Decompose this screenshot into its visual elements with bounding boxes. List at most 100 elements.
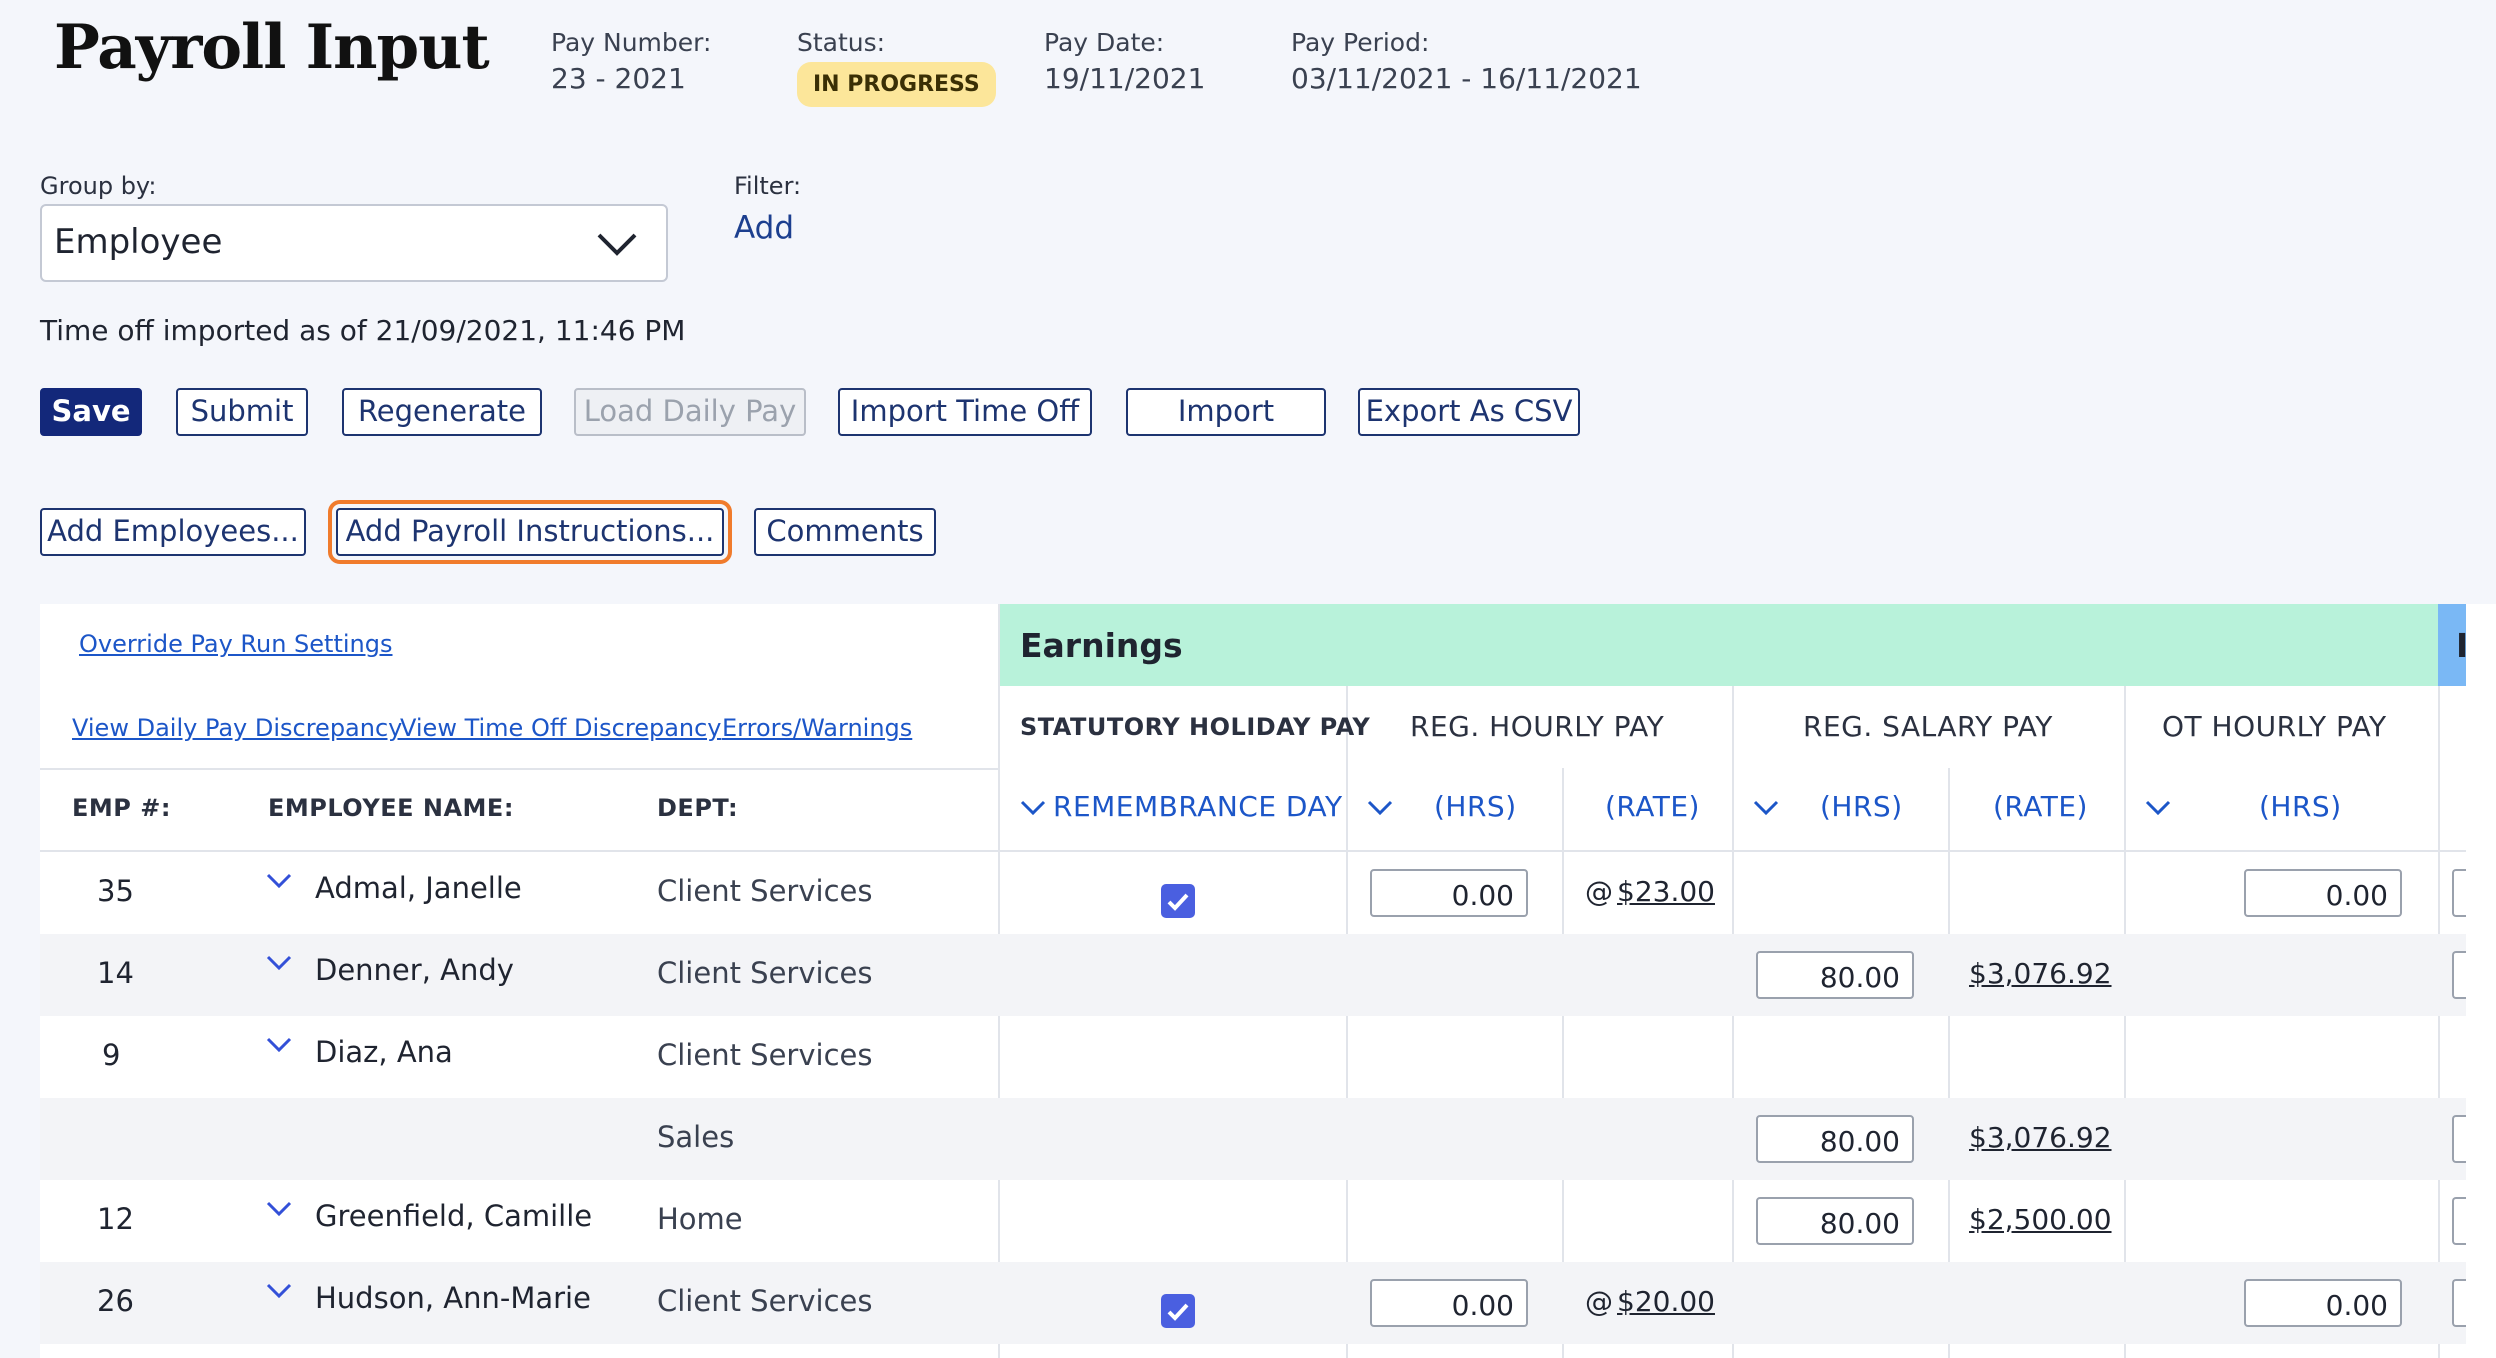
salary-hrs-input[interactable]: 80.00 bbox=[1756, 1115, 1914, 1163]
emp-number: 35 bbox=[97, 874, 134, 908]
status-label: Status: bbox=[797, 28, 886, 57]
expand-chevron-icon[interactable] bbox=[266, 1036, 292, 1054]
table-row: 26 Hudson, Ann-Marie Client Services 0.0… bbox=[40, 1262, 2466, 1344]
column-header-dept: DEPT: bbox=[657, 794, 739, 822]
pay-number-value: 23 - 2021 bbox=[551, 62, 686, 95]
statutory-holiday-checkbox[interactable] bbox=[1161, 884, 1195, 918]
salary-rate-link[interactable]: $3,076.92 bbox=[1969, 1121, 2112, 1154]
next-section-title: I bbox=[2456, 626, 2469, 665]
pay-period-value: 03/11/2021 - 16/11/2021 bbox=[1291, 62, 1642, 95]
employee-name: Admal, Janelle bbox=[315, 871, 522, 905]
chevron-down-icon[interactable] bbox=[2145, 799, 2171, 817]
employee-name: Greenfield, Camille bbox=[315, 1199, 593, 1233]
table-row: 35 Admal, Janelle Client Services 0.00 @… bbox=[40, 852, 2466, 934]
submit-button[interactable]: Submit bbox=[176, 388, 308, 436]
column-header-ot-hourly: OT HOURLY PAY bbox=[2162, 710, 2387, 743]
divider bbox=[40, 768, 998, 770]
hourly-rate-link[interactable]: $23.00 bbox=[1617, 875, 1715, 908]
next-column-input[interactable] bbox=[2452, 1115, 2466, 1163]
hourly-rate-link[interactable]: $20.00 bbox=[1617, 1285, 1715, 1318]
employee-name: Hudson, Ann-Marie bbox=[315, 1281, 591, 1315]
salary-hrs-input[interactable]: 80.00 bbox=[1756, 1197, 1914, 1245]
view-daily-pay-discrepancy-link[interactable]: View Daily Pay Discrepancy bbox=[72, 714, 402, 742]
hourly-hrs-input[interactable]: 0.00 bbox=[1370, 869, 1528, 917]
chevron-down-icon[interactable] bbox=[1753, 799, 1779, 817]
emp-number: 9 bbox=[102, 1038, 121, 1072]
employee-name: Diaz, Ana bbox=[315, 1035, 453, 1069]
errors-warnings-link[interactable]: Errors/Warnings bbox=[722, 714, 912, 742]
table-row: Sales 80.00 $3,076.92 bbox=[40, 1098, 2466, 1180]
earnings-section-header bbox=[998, 604, 2438, 686]
checkmark-icon bbox=[1167, 1303, 1189, 1321]
ot-hrs-input[interactable]: 0.00 bbox=[2244, 1279, 2402, 1327]
dept: Client Services bbox=[657, 874, 873, 908]
subheader-ot-hrs: (HRS) bbox=[2259, 790, 2342, 823]
chevron-down-icon[interactable] bbox=[1020, 799, 1046, 817]
pay-number-label: Pay Number: bbox=[551, 28, 712, 57]
at-sign: @ bbox=[1585, 875, 1613, 908]
expand-chevron-icon[interactable] bbox=[266, 1282, 292, 1300]
column-header-emp: EMP #: bbox=[72, 794, 171, 822]
column-header-statutory-holiday: STATUTORY HOLIDAY PAY bbox=[1020, 713, 1371, 741]
add-payroll-instructions-button[interactable]: Add Payroll Instructions... bbox=[328, 500, 732, 564]
status-badge: IN PROGRESS bbox=[797, 62, 996, 107]
expand-chevron-icon[interactable] bbox=[266, 1200, 292, 1218]
at-sign: @ bbox=[1585, 1285, 1613, 1318]
group-by-value: Employee bbox=[54, 222, 223, 262]
subheader-salary-hrs: (HRS) bbox=[1820, 790, 1903, 823]
next-column-input[interactable] bbox=[2452, 1197, 2466, 1245]
filter-label: Filter: bbox=[734, 172, 802, 200]
subheader-remembrance-day[interactable]: REMEMBRANCE DAY bbox=[1053, 790, 1343, 823]
next-column-input[interactable] bbox=[2452, 1279, 2466, 1327]
pay-date-value: 19/11/2021 bbox=[1044, 62, 1206, 95]
view-time-off-discrepancy-link[interactable]: View Time Off Discrepancy bbox=[400, 714, 722, 742]
column-header-reg-salary: REG. SALARY PAY bbox=[1803, 710, 2053, 743]
chevron-down-icon[interactable] bbox=[1367, 799, 1393, 817]
override-pay-run-settings-link[interactable]: Override Pay Run Settings bbox=[79, 630, 393, 658]
export-csv-button[interactable]: Export As CSV bbox=[1358, 388, 1580, 436]
salary-rate-link[interactable]: $3,076.92 bbox=[1969, 957, 2112, 990]
subheader-hourly-rate: (RATE) bbox=[1605, 790, 1700, 823]
dept: Client Services bbox=[657, 1038, 873, 1072]
statutory-holiday-checkbox[interactable] bbox=[1161, 1294, 1195, 1328]
table-row: 14 Denner, Andy Client Services 80.00 $3… bbox=[40, 934, 2466, 1016]
dept: Sales bbox=[657, 1120, 735, 1154]
column-header-name: EMPLOYEE NAME: bbox=[268, 794, 514, 822]
dept: Home bbox=[657, 1202, 743, 1236]
salary-rate-link[interactable]: $2,500.00 bbox=[1969, 1203, 2112, 1236]
load-daily-pay-button[interactable]: Load Daily Pay bbox=[574, 388, 806, 436]
regenerate-button[interactable]: Regenerate bbox=[342, 388, 542, 436]
chevron-down-icon bbox=[597, 233, 637, 256]
salary-hrs-input[interactable]: 80.00 bbox=[1756, 951, 1914, 999]
import-button[interactable]: Import bbox=[1126, 388, 1326, 436]
import-time-off-button[interactable]: Import Time Off bbox=[838, 388, 1092, 436]
subheader-hourly-hrs: (HRS) bbox=[1434, 790, 1517, 823]
subheader-salary-rate: (RATE) bbox=[1993, 790, 2088, 823]
save-button[interactable]: Save bbox=[40, 388, 142, 436]
group-by-select[interactable]: Employee bbox=[40, 204, 668, 282]
dept: Client Services bbox=[657, 1284, 873, 1318]
pay-period-label: Pay Period: bbox=[1291, 28, 1430, 57]
expand-chevron-icon[interactable] bbox=[266, 954, 292, 972]
table-row: 9 Diaz, Ana Client Services bbox=[40, 1016, 2466, 1098]
add-employees-button[interactable]: Add Employees... bbox=[40, 508, 306, 556]
earnings-section-title: Earnings bbox=[1020, 626, 1183, 665]
dept: Client Services bbox=[657, 956, 873, 990]
next-column-input[interactable] bbox=[2452, 951, 2466, 999]
emp-number: 26 bbox=[97, 1284, 134, 1318]
employee-name: Denner, Andy bbox=[315, 953, 514, 987]
expand-chevron-icon[interactable] bbox=[266, 872, 292, 890]
group-by-label: Group by: bbox=[40, 172, 157, 200]
time-off-note: Time off imported as of 21/09/2021, 11:4… bbox=[40, 314, 686, 347]
pay-date-label: Pay Date: bbox=[1044, 28, 1165, 57]
filter-add-link[interactable]: Add bbox=[734, 210, 794, 246]
hourly-hrs-input[interactable]: 0.00 bbox=[1370, 1279, 1528, 1327]
comments-button[interactable]: Comments bbox=[754, 508, 936, 556]
checkmark-icon bbox=[1167, 893, 1189, 911]
table-row: 12 Greenfield, Camille Home 80.00 $2,500… bbox=[40, 1180, 2466, 1262]
emp-number: 14 bbox=[97, 956, 134, 990]
next-column-input[interactable] bbox=[2452, 869, 2466, 917]
page-title: Payroll Input bbox=[54, 12, 490, 83]
ot-hrs-input[interactable]: 0.00 bbox=[2244, 869, 2402, 917]
column-header-reg-hourly: REG. HOURLY PAY bbox=[1410, 710, 1665, 743]
